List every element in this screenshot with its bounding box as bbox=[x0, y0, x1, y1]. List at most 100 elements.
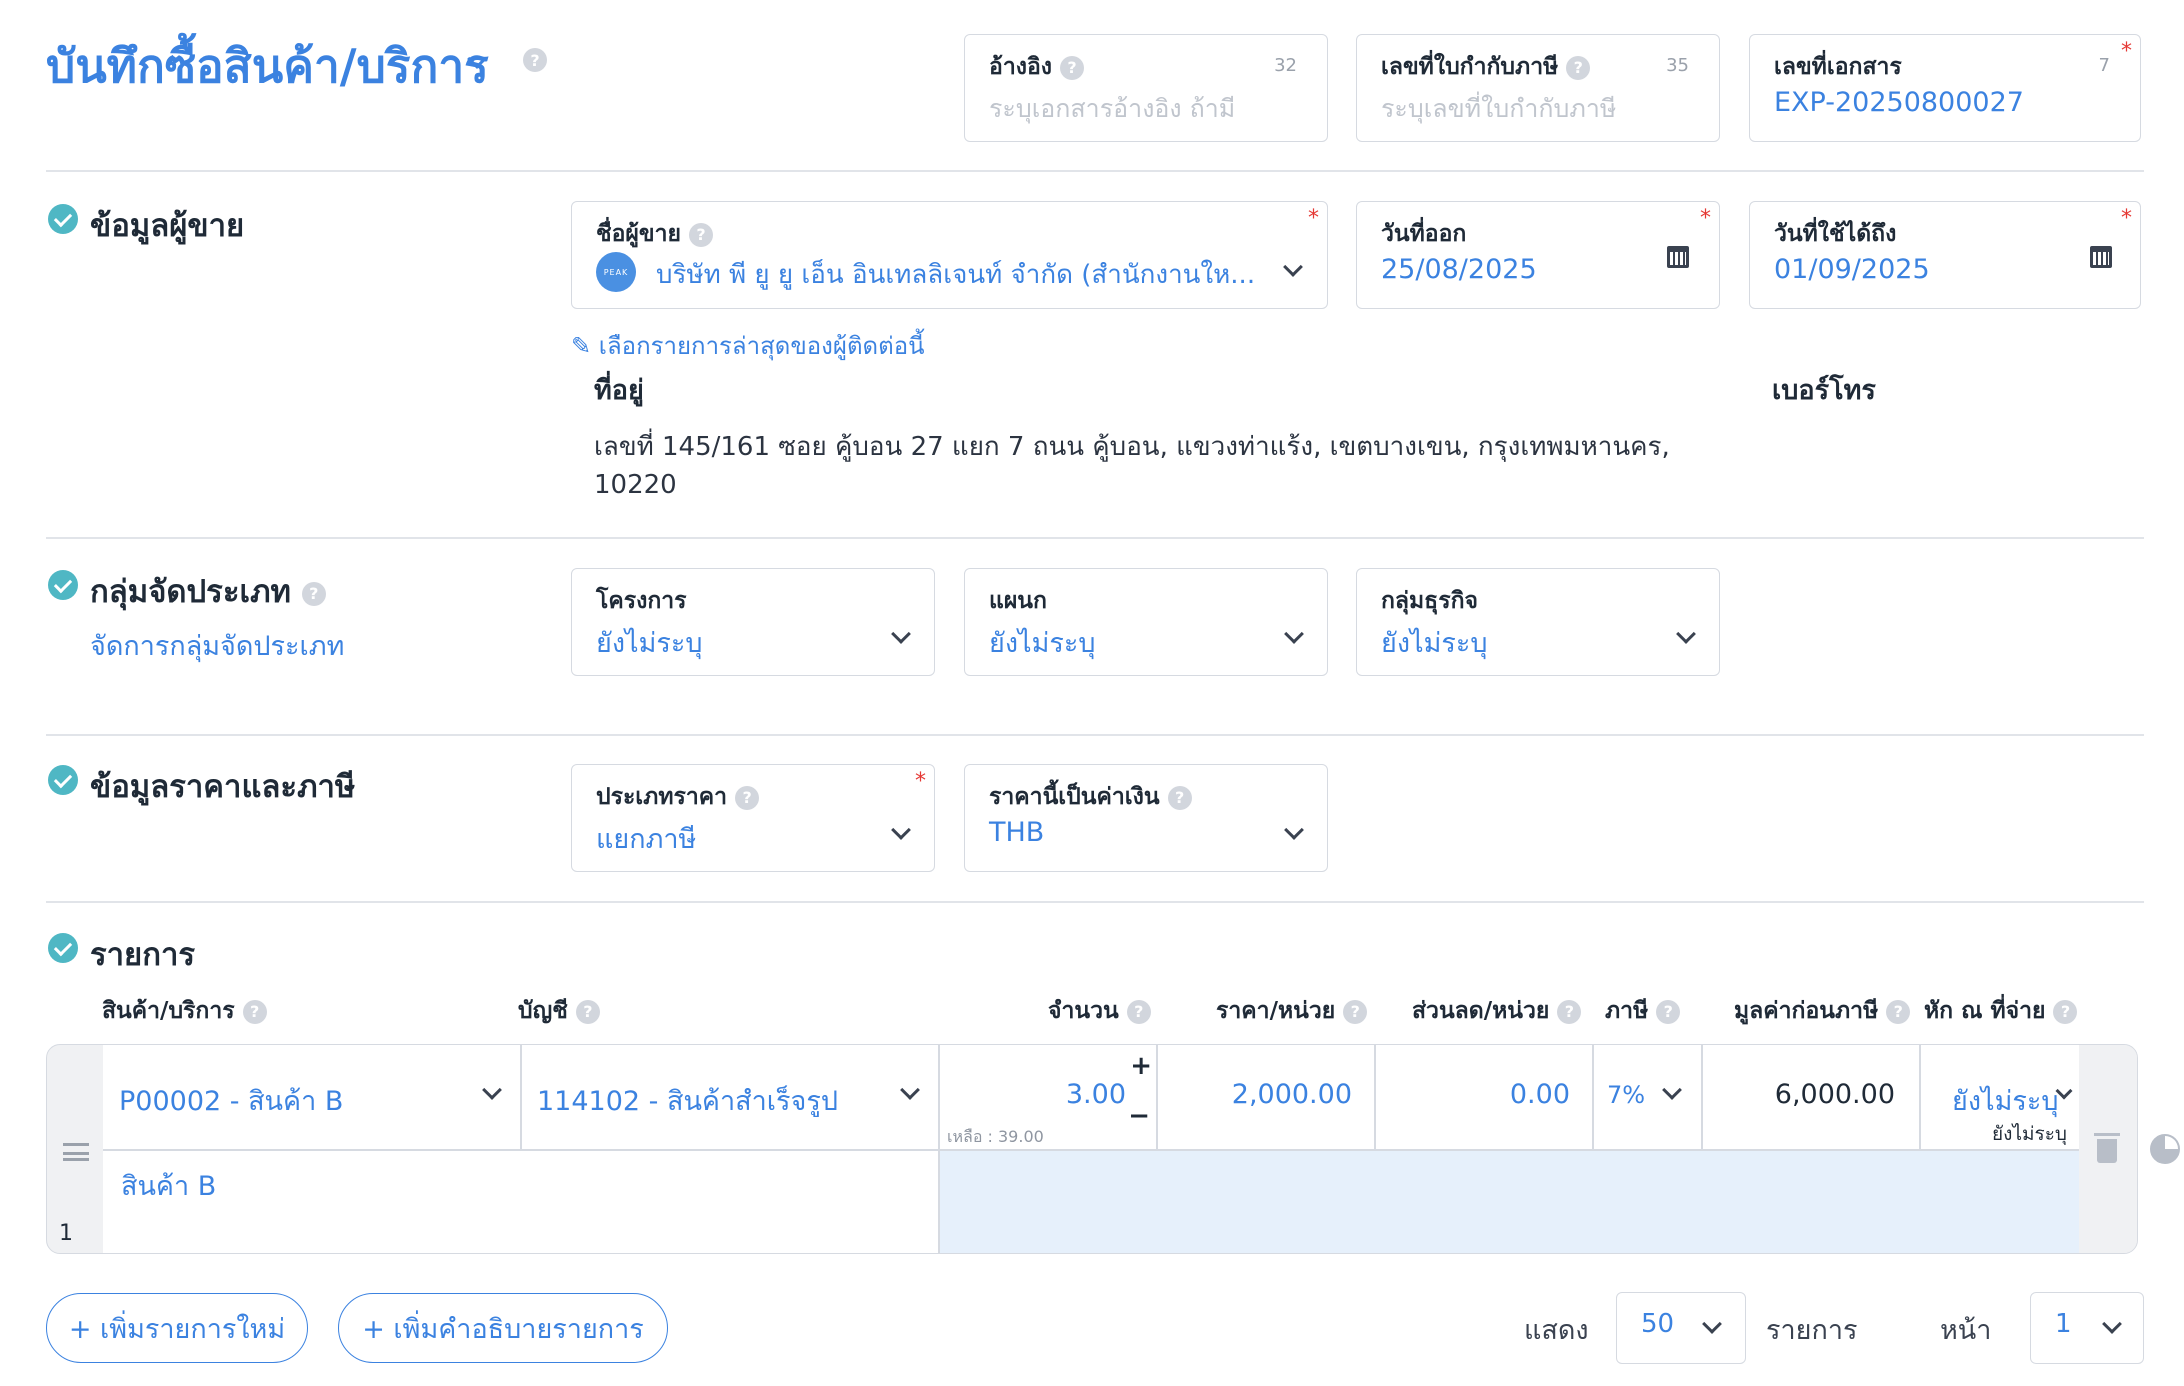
help-icon[interactable]: ? bbox=[689, 222, 714, 247]
reference-field[interactable]: อ้างอิง ? 32 ระบุเอกสารอ้างอิง ถ้ามี bbox=[964, 34, 1328, 142]
tax-invoice-field[interactable]: เลขที่ใบกำกับภาษี ? 35 ระบุเลขที่ใบกำกับ… bbox=[1356, 34, 1720, 142]
project-label: โครงการ bbox=[596, 588, 687, 614]
chevron-down-icon[interactable] bbox=[1284, 820, 1304, 840]
help-icon[interactable]: ? bbox=[1886, 999, 1911, 1024]
add-description-label: + เพิ่มคำอธิบายรายการ bbox=[362, 1313, 644, 1345]
help-icon[interactable]: ? bbox=[1656, 999, 1681, 1024]
column-header-withholding: หัก ณ ที่จ่าย ? bbox=[1924, 993, 2078, 1029]
manage-classification-link[interactable]: จัดการกลุ่มจัดประเภท bbox=[90, 624, 344, 667]
chevron-down-icon[interactable] bbox=[1283, 257, 1303, 277]
minus-icon[interactable]: − bbox=[1128, 1101, 1150, 1131]
unit-price-input[interactable]: 2,000.00 bbox=[1157, 1045, 1374, 1149]
drag-handle-icon[interactable] bbox=[63, 1143, 89, 1161]
trash-icon[interactable] bbox=[2094, 1133, 2120, 1163]
required-marker: * bbox=[1308, 206, 1319, 231]
help-icon[interactable]: ? bbox=[1167, 785, 1192, 810]
column-header-discount: ส่วนลด/หน่วย ? bbox=[1412, 993, 1582, 1029]
vendor-check-icon bbox=[48, 204, 78, 234]
valid-until-field[interactable]: วันที่ใช้ได้ถึง * 01/09/2025 bbox=[1749, 201, 2141, 309]
project-value: ยังไม่ระบุ bbox=[596, 628, 703, 659]
issue-date-input[interactable]: 25/08/2025 bbox=[1381, 254, 1537, 285]
help-icon[interactable]: ? bbox=[1566, 55, 1591, 80]
chevron-down-icon[interactable] bbox=[1702, 1314, 1722, 1334]
chevron-down-icon[interactable] bbox=[2102, 1314, 2122, 1334]
price-type-value: แยกภาษี bbox=[596, 824, 697, 855]
row-detail-area bbox=[938, 1149, 2079, 1253]
help-icon[interactable]: ? bbox=[301, 581, 326, 606]
magic-wand-icon: ✎ bbox=[571, 332, 592, 360]
add-item-button[interactable]: + เพิ่มรายการใหม่ bbox=[46, 1293, 308, 1363]
department-select[interactable]: แผนก ยังไม่ระบุ bbox=[964, 568, 1328, 676]
business-group-label: กลุ่มธุรกิจ bbox=[1381, 588, 1478, 614]
page-size-select[interactable]: 50 bbox=[1616, 1292, 1746, 1364]
product-select[interactable]: P00002 - สินค้า B bbox=[103, 1045, 520, 1149]
issue-date-label: วันที่ออก bbox=[1381, 221, 1467, 247]
issue-date-field[interactable]: วันที่ออก * 25/08/2025 bbox=[1356, 201, 1720, 309]
chevron-down-icon[interactable] bbox=[891, 624, 911, 644]
doc-number-field[interactable]: เลขที่เอกสาร 7 * EXP-20250800027 bbox=[1749, 34, 2141, 142]
withholding-select[interactable]: ยังไม่ระบุ ยังไม่ระบุ bbox=[1920, 1045, 2079, 1149]
price-type-select[interactable]: ประเภทราคา ? * แยกภาษี bbox=[571, 764, 935, 872]
page-title[interactable]: บันทึกซื้อสินค้า/บริการ bbox=[46, 30, 489, 103]
pie-chart-icon[interactable] bbox=[2150, 1134, 2180, 1164]
recent-items-link[interactable]: ✎ เลือกรายการล่าสุดของผู้ติดต่อนี้ bbox=[571, 326, 925, 365]
classification-check-icon bbox=[48, 570, 78, 600]
divider bbox=[46, 537, 2144, 539]
help-icon[interactable]: ? bbox=[575, 999, 600, 1024]
doc-number-label: เลขที่เอกสาร bbox=[1774, 54, 1902, 80]
help-icon[interactable]: ? bbox=[1343, 999, 1368, 1024]
address-line-2: 10220 bbox=[594, 470, 677, 500]
table-row: 1 P00002 - สินค้า B 114102 - สินค้าสำเร็… bbox=[46, 1044, 2138, 1254]
items-label: รายการ bbox=[1766, 1315, 1858, 1346]
currency-value: THB bbox=[989, 817, 1045, 848]
help-icon[interactable]: ? bbox=[523, 48, 547, 72]
help-icon[interactable]: ? bbox=[2053, 999, 2078, 1024]
valid-until-input[interactable]: 01/09/2025 bbox=[1774, 254, 1930, 285]
calendar-icon[interactable] bbox=[1667, 246, 1689, 268]
pre-tax-value: 6,000.00 bbox=[1774, 1079, 1895, 1110]
item-description-input[interactable]: สินค้า B bbox=[103, 1150, 938, 1253]
tax-invoice-counter: 35 bbox=[1666, 55, 1689, 76]
help-icon[interactable]: ? bbox=[1557, 999, 1582, 1024]
project-select[interactable]: โครงการ ยังไม่ระบุ bbox=[571, 568, 935, 676]
chevron-down-icon[interactable] bbox=[900, 1080, 920, 1100]
quantity-stepper[interactable]: 3.00 + − เหลือ : 39.00 bbox=[939, 1045, 1156, 1149]
recent-items-label: เลือกรายการล่าสุดของผู้ติดต่อนี้ bbox=[598, 332, 925, 360]
column-header-tax: ภาษี ? bbox=[1605, 993, 1681, 1029]
reference-input[interactable]: ระบุเอกสารอ้างอิง ถ้ามี bbox=[989, 89, 1235, 129]
tax-invoice-input[interactable]: ระบุเลขที่ใบกำกับภาษี bbox=[1381, 89, 1616, 129]
help-icon[interactable]: ? bbox=[735, 785, 760, 810]
price-type-label: ประเภทราคา ? bbox=[596, 779, 760, 815]
classification-section-title: กลุ่มจัดประเภท ? bbox=[90, 566, 326, 616]
help-icon[interactable]: ? bbox=[1060, 55, 1085, 80]
address-label: ที่อยู่ bbox=[594, 375, 644, 406]
help-icon[interactable]: ? bbox=[1126, 999, 1151, 1024]
add-description-button[interactable]: + เพิ่มคำอธิบายรายการ bbox=[338, 1293, 668, 1363]
column-header-unit-price: ราคา/หน่วย ? bbox=[1216, 993, 1368, 1029]
help-icon[interactable]: ? bbox=[242, 999, 267, 1024]
doc-number-input[interactable]: EXP-20250800027 bbox=[1774, 87, 2024, 118]
address-line-1: เลขที่ 145/161 ซอย คู้บอน 27 แยก 7 ถนน ค… bbox=[594, 432, 1670, 462]
business-group-select[interactable]: กลุ่มธุรกิจ ยังไม่ระบุ bbox=[1356, 568, 1720, 676]
currency-select[interactable]: ราคานี้เป็นค่าเงิน ? THB bbox=[964, 764, 1328, 872]
vendor-name-field[interactable]: ชื่อผู้ขาย ? * PEAK บริษัท พี ยู ยู เอ็น… bbox=[571, 201, 1328, 309]
unit-price-value: 2,000.00 bbox=[1231, 1079, 1352, 1110]
chevron-down-icon[interactable] bbox=[1676, 624, 1696, 644]
chevron-down-icon[interactable] bbox=[482, 1080, 502, 1100]
quantity-input[interactable]: 3.00 bbox=[1066, 1079, 1126, 1110]
required-marker: * bbox=[2121, 206, 2132, 231]
chevron-down-icon[interactable] bbox=[1284, 624, 1304, 644]
discount-input[interactable]: 0.00 bbox=[1375, 1045, 1592, 1149]
tax-select[interactable]: 7% bbox=[1593, 1045, 1701, 1149]
tax-invoice-label: เลขที่ใบกำกับภาษี ? bbox=[1381, 49, 1591, 85]
chevron-down-icon[interactable] bbox=[1662, 1080, 1682, 1100]
chevron-down-icon[interactable] bbox=[891, 820, 911, 840]
page-number-select[interactable]: 1 bbox=[2030, 1292, 2144, 1364]
calendar-icon[interactable] bbox=[2090, 246, 2112, 268]
withholding-sub-label: ยังไม่ระบุ bbox=[1992, 1123, 2067, 1145]
plus-icon[interactable]: + bbox=[1130, 1051, 1152, 1081]
vendor-logo-icon: PEAK bbox=[596, 252, 636, 292]
account-select[interactable]: 114102 - สินค้าสำเร็จรูป bbox=[521, 1045, 938, 1149]
valid-until-label: วันที่ใช้ได้ถึง bbox=[1774, 221, 1897, 247]
items-check-icon bbox=[48, 933, 78, 963]
